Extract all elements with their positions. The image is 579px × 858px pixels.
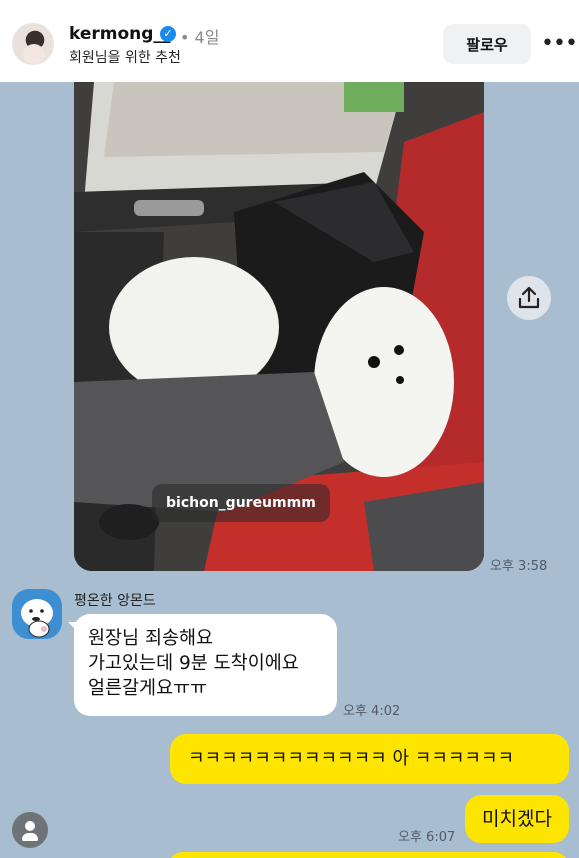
verified-badge-icon: ✓ bbox=[160, 26, 176, 42]
message-line: 가고있는데 9분 도착이에요 bbox=[88, 653, 299, 674]
sender-name: 평온한 앙몬드 bbox=[74, 593, 156, 609]
outgoing-message-bubble[interactable]: ㅋㅋㅋㅋㅋㅋㅋㅋㅋㅋㅋㅋ 아 ㅋㅋㅋㅋㅋㅋ bbox=[170, 734, 569, 784]
post-time: • 4일 bbox=[180, 28, 220, 47]
message-line: 얼른갈게요ㅠㅠ bbox=[88, 678, 208, 699]
message-timestamp: 오후 3:58 bbox=[490, 559, 548, 574]
outgoing-message-bubble[interactable]: 미치겠다 bbox=[465, 795, 569, 843]
more-options-icon[interactable]: ••• bbox=[541, 30, 578, 58]
emoticon-character-icon bbox=[21, 599, 53, 638]
profile-icon[interactable] bbox=[12, 812, 48, 848]
username[interactable]: kermong__ bbox=[69, 24, 170, 44]
photo-tag[interactable]: bichon_gureummm bbox=[152, 484, 330, 522]
follow-button[interactable]: 팔로우 bbox=[443, 24, 531, 64]
recommendation-label: 회원님을 위한 추천 bbox=[69, 50, 181, 66]
sender-avatar[interactable] bbox=[12, 589, 62, 639]
outgoing-message-bubble[interactable] bbox=[168, 852, 569, 858]
message-timestamp: 오후 4:02 bbox=[343, 704, 401, 719]
incoming-message-bubble[interactable]: 원장님 죄송해요 가고있는데 9분 도착이에요 얼른갈게요ㅠㅠ bbox=[68, 614, 337, 716]
post-header: kermong__ ✓ • 4일 회원님을 위한 추천 팔로우 ••• bbox=[0, 0, 579, 82]
message-timestamp: 오후 6:07 bbox=[398, 830, 456, 845]
avatar[interactable] bbox=[12, 23, 54, 65]
message-line: 원장님 죄송해요 bbox=[88, 628, 214, 649]
share-icon bbox=[518, 286, 540, 309]
share-button[interactable] bbox=[507, 276, 551, 320]
